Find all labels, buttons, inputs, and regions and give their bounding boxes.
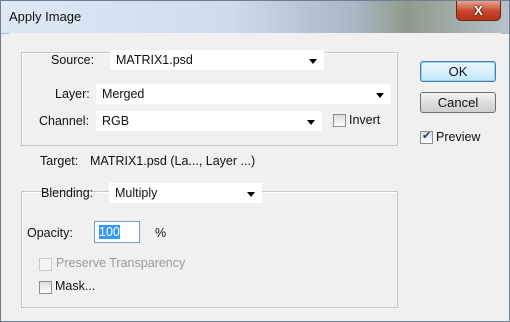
chevron-down-icon xyxy=(376,93,384,98)
layer-value: Merged xyxy=(102,87,145,101)
target-label: Target: xyxy=(40,154,79,168)
close-button[interactable]: X xyxy=(456,1,501,21)
chevron-down-icon xyxy=(247,192,255,197)
opacity-label: Opacity: xyxy=(27,226,73,240)
preview-label[interactable]: Preview xyxy=(436,130,480,144)
preserve-transparency-checkbox[interactable] xyxy=(39,258,52,271)
mask-checkbox[interactable] xyxy=(39,281,52,294)
invert-checkbox[interactable] xyxy=(333,114,346,127)
close-icon: X xyxy=(474,3,483,18)
ok-button[interactable]: OK xyxy=(420,61,496,82)
layer-dropdown[interactable]: Merged xyxy=(96,84,391,104)
source-dropdown[interactable]: MATRIX1.psd xyxy=(110,50,324,70)
blending-dropdown[interactable]: Multiply xyxy=(109,183,262,203)
cancel-button[interactable]: Cancel xyxy=(420,92,496,113)
channel-dropdown[interactable]: RGB xyxy=(96,111,322,131)
blending-value: Multiply xyxy=(115,186,158,200)
blending-label: Blending: xyxy=(41,186,94,200)
source-label: Source: xyxy=(51,53,95,67)
chevron-down-icon xyxy=(307,120,315,125)
opacity-value: 100 xyxy=(99,225,120,239)
preserve-transparency-label[interactable]: Preserve Transparency xyxy=(56,256,185,270)
target-value: MATRIX1.psd (La..., Layer ...) xyxy=(90,154,256,168)
source-value: MATRIX1.psd xyxy=(116,53,193,67)
opacity-unit: % xyxy=(155,226,167,240)
channel-value: RGB xyxy=(102,114,130,128)
title-bar[interactable]: Apply Image X xyxy=(1,1,509,34)
dialog-body: Source: MATRIX1.psd Layer: Merged Channe… xyxy=(9,33,501,313)
opacity-input[interactable]: 100 xyxy=(94,221,140,243)
invert-label[interactable]: Invert xyxy=(349,113,380,127)
channel-label: Channel: xyxy=(39,114,90,128)
layer-label: Layer: xyxy=(55,87,90,101)
preview-checkbox[interactable] xyxy=(420,129,433,144)
apply-image-dialog: Apply Image X Source: MATRIX1.psd Layer:… xyxy=(0,0,510,322)
dialog-title: Apply Image xyxy=(9,9,82,24)
chevron-down-icon xyxy=(309,59,317,64)
mask-label[interactable]: Mask... xyxy=(55,279,95,293)
